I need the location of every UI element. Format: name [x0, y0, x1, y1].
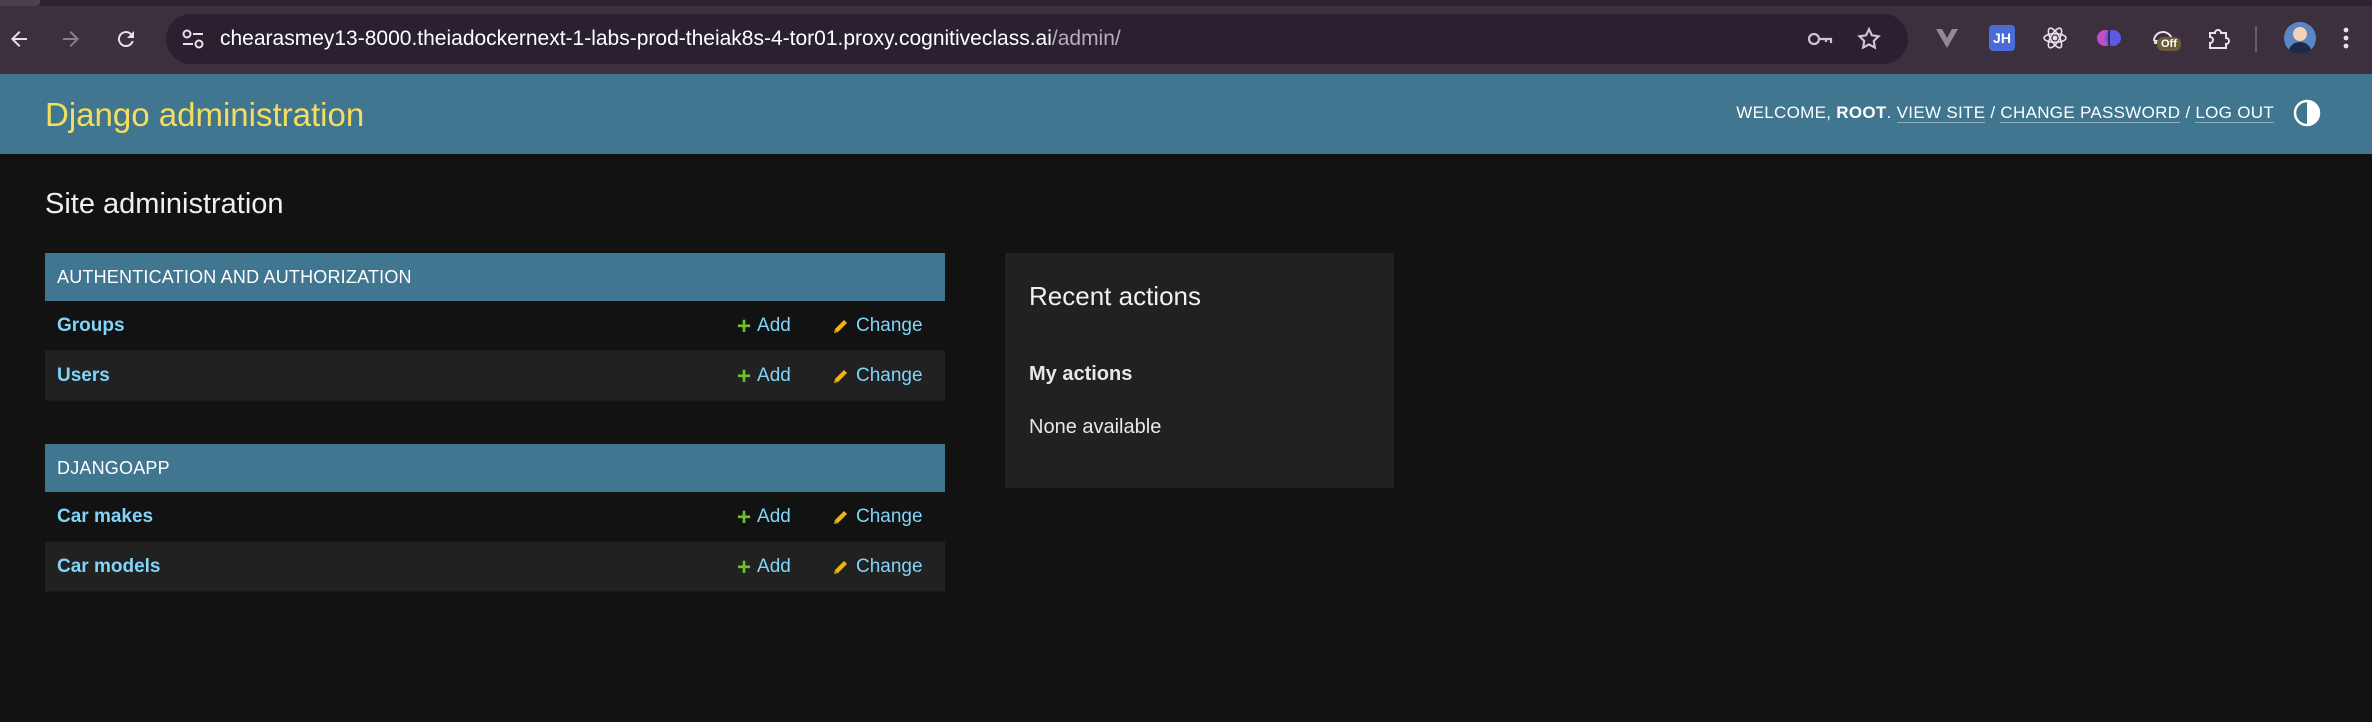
back-button[interactable]: [2, 22, 36, 56]
add-plus-icon: +: [737, 553, 752, 581]
change-label: Change: [856, 365, 923, 386]
change-link[interactable]: Change: [832, 365, 923, 387]
vue-devtools-icon: [1936, 29, 1958, 48]
extensions-button[interactable]: [2204, 24, 2232, 52]
browser-tab[interactable]: [0, 0, 40, 6]
url-host: chearasmey13-8000.theiadockernext-1-labs…: [220, 27, 1052, 50]
add-label: Add: [757, 556, 791, 577]
brain-extension-icon: [2097, 30, 2121, 46]
reload-button[interactable]: [109, 22, 143, 56]
brain-extension[interactable]: [2095, 24, 2123, 52]
model-row-car-models: Car models + Add Change: [45, 542, 945, 592]
toolbar-divider: [2255, 26, 2257, 52]
no-actions-text: None available: [1029, 416, 1162, 438]
recent-actions-panel: Recent actions My actions None available: [1005, 253, 1394, 488]
add-link[interactable]: + Add: [737, 362, 791, 390]
change-link[interactable]: Change: [832, 506, 923, 528]
add-link[interactable]: + Add: [737, 553, 791, 581]
my-actions-heading: My actions: [1029, 363, 1133, 385]
key-icon[interactable]: [1806, 27, 1834, 51]
period: .: [1886, 103, 1892, 122]
add-label: Add: [757, 506, 791, 527]
forward-button[interactable]: [54, 22, 88, 56]
avatar-face: [2293, 27, 2307, 41]
browser-toolbar: chearasmey13-8000.theiadockernext-1-labs…: [0, 0, 2372, 74]
add-plus-icon: +: [737, 503, 752, 531]
add-label: Add: [757, 315, 791, 336]
change-label: Change: [856, 315, 923, 336]
react-devtools-extension[interactable]: [2041, 24, 2069, 52]
vue-devtools-extension[interactable]: [1933, 24, 1961, 52]
app-module-djangoapp: Djangoapp Car makes + Add Change Car mode…: [45, 444, 945, 592]
model-link[interactable]: Users: [57, 365, 110, 387]
pencil-icon: [834, 511, 847, 524]
tab-strip: [0, 0, 2372, 6]
menu-dots-icon[interactable]: [2340, 24, 2352, 52]
url-text[interactable]: chearasmey13-8000.theiadockernext-1-labs…: [220, 26, 1121, 52]
view-site-link[interactable]: View site: [1896, 103, 1986, 123]
avatar-body: [2288, 42, 2312, 54]
separator: /: [2185, 103, 2191, 122]
add-plus-icon: +: [737, 362, 752, 390]
model-link[interactable]: Car makes: [57, 506, 153, 528]
welcome-text: Welcome,: [1736, 103, 1832, 122]
pencil-icon: [834, 370, 847, 383]
change-link[interactable]: Change: [832, 556, 923, 578]
add-label: Add: [757, 365, 791, 386]
forward-arrow-icon: [63, 31, 79, 47]
page-title: Site administration: [45, 188, 284, 220]
site-settings-icon[interactable]: [180, 27, 206, 51]
change-password-link[interactable]: Change password: [2000, 103, 2181, 123]
module-caption[interactable]: Authentication and Authorization: [45, 253, 945, 301]
app-module-auth: Authentication and Authorization Groups …: [45, 253, 945, 401]
log-out-link[interactable]: Log out: [2195, 103, 2274, 123]
module-caption[interactable]: Djangoapp: [45, 444, 945, 492]
username: root: [1836, 103, 1887, 122]
jh-extension-icon[interactable]: JH: [1989, 25, 2015, 51]
add-link[interactable]: + Add: [737, 503, 791, 531]
address-bar[interactable]: chearasmey13-8000.theiadockernext-1-labs…: [166, 14, 1908, 64]
extensions-puzzle-icon: [2209, 29, 2230, 49]
model-link[interactable]: Groups: [57, 315, 125, 337]
pencil-icon: [834, 561, 847, 574]
react-devtools-icon: [2043, 27, 2067, 49]
site-branding[interactable]: Django administration: [45, 96, 364, 134]
pencil-icon: [834, 320, 847, 333]
model-row-car-makes: Car makes + Add Change: [45, 492, 945, 542]
model-row-users: Users + Add Change: [45, 351, 945, 401]
user-tools: Welcome, root. View site / Change passwo…: [1736, 102, 2274, 124]
change-link[interactable]: Change: [832, 315, 923, 337]
separator: /: [1990, 103, 1996, 122]
theme-toggle-icon[interactable]: [2292, 98, 2322, 128]
star-icon[interactable]: [1856, 26, 1882, 52]
extension-off-badge: Off: [2157, 37, 2181, 51]
change-label: Change: [856, 506, 923, 527]
reload-icon: [117, 31, 134, 48]
model-row-groups: Groups + Add Change: [45, 301, 945, 351]
add-link[interactable]: + Add: [737, 312, 791, 340]
recent-actions-title: Recent actions: [1029, 281, 1201, 311]
model-link[interactable]: Car models: [57, 556, 160, 578]
url-path: /admin/: [1051, 27, 1121, 50]
change-label: Change: [856, 556, 923, 577]
back-arrow-icon: [11, 31, 27, 47]
admin-header: Django administration Welcome, root. Vie…: [0, 74, 2372, 154]
profile-avatar[interactable]: [2284, 22, 2316, 54]
add-plus-icon: +: [737, 312, 752, 340]
